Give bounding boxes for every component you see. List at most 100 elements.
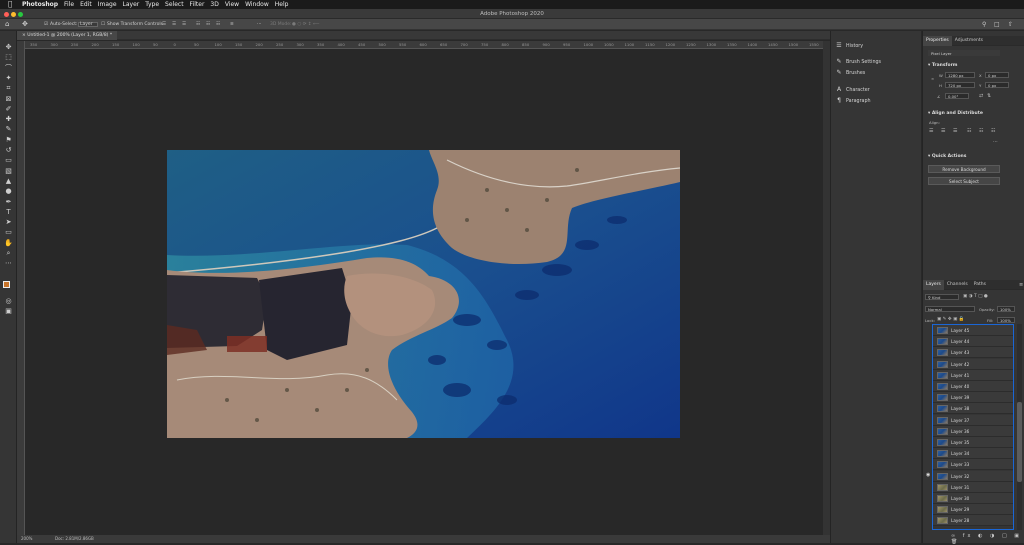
- align-left-edges-icon[interactable]: ☰: [929, 128, 933, 134]
- brushes-panel-button[interactable]: ✎ Brushes: [835, 68, 865, 78]
- flip-horizontal-icon[interactable]: ⇄: [979, 93, 983, 99]
- tab-adjustments[interactable]: Adjustments: [952, 36, 986, 46]
- filter-type-icons[interactable]: ▣ ◑ T □ ●: [963, 294, 988, 299]
- align-left-icon[interactable]: ☰: [162, 19, 166, 30]
- dodge-tool-icon[interactable]: ●: [4, 187, 13, 195]
- more-options-icon[interactable]: ⋯: [257, 19, 262, 30]
- layer-name[interactable]: Layer 45: [951, 325, 969, 336]
- menu-layer[interactable]: Layer: [123, 0, 145, 9]
- screen-mode-icon[interactable]: ▣: [4, 307, 13, 315]
- layer-row[interactable]: Layer 39: [933, 392, 1013, 404]
- canvas-vertical-scrollbar[interactable]: [823, 41, 830, 535]
- layer-name[interactable]: Layer 32: [951, 471, 969, 482]
- layer-filter-dropdown[interactable]: ⚲ Kind: [925, 294, 959, 300]
- tab-layers[interactable]: Layers: [923, 280, 944, 290]
- tab-properties[interactable]: Properties: [923, 36, 952, 46]
- height-field[interactable]: 720 px: [945, 82, 975, 88]
- align-section-title[interactable]: ▾ Align and Distribute: [928, 111, 983, 116]
- more-tools-icon[interactable]: ⋯: [4, 259, 13, 267]
- tab-channels[interactable]: Channels: [944, 280, 971, 290]
- marquee-tool-icon[interactable]: ⬚: [4, 53, 13, 61]
- layer-row[interactable]: Layer 30: [933, 493, 1013, 504]
- angle-field[interactable]: 0.00°: [945, 93, 969, 99]
- panel-menu-icon[interactable]: ≡: [1019, 282, 1023, 288]
- align-horizontal-centers-icon[interactable]: ☰: [941, 128, 945, 134]
- document-tab[interactable]: × Untitled-1 @ 200% (Layer 1, RGB/8) *: [17, 31, 117, 40]
- transform-section-title[interactable]: ▾ Transform: [928, 63, 958, 68]
- clone-stamp-tool-icon[interactable]: ⚑: [4, 136, 13, 144]
- layer-row[interactable]: Layer 32: [933, 470, 1013, 482]
- layer-name[interactable]: Layer 29: [951, 504, 969, 515]
- layer-name[interactable]: Layer 30: [951, 493, 969, 504]
- y-field[interactable]: 0 px: [985, 82, 1009, 88]
- close-window-button[interactable]: [4, 12, 9, 17]
- link-dimensions-icon[interactable]: ∞: [931, 76, 934, 81]
- align-right-icon[interactable]: ☰: [182, 19, 186, 30]
- layer-row[interactable]: Layer 36: [933, 425, 1013, 437]
- layer-row[interactable]: Layer 31: [933, 481, 1013, 493]
- healing-brush-tool-icon[interactable]: ✚: [4, 115, 13, 123]
- menu-window[interactable]: Window: [245, 0, 274, 9]
- history-brush-tool-icon[interactable]: ↺: [4, 146, 13, 154]
- layer-footer-icons[interactable]: ∞ fx ◐ ◑ □ ▣ 🗑: [951, 533, 1024, 545]
- align-middle-icon[interactable]: ☷: [206, 19, 210, 30]
- menu-type[interactable]: Type: [145, 0, 164, 9]
- layer-name[interactable]: Layer 37: [951, 415, 969, 426]
- layer-name[interactable]: Layer 28: [951, 515, 969, 526]
- select-subject-button[interactable]: Select Subject: [928, 177, 1000, 185]
- align-right-edges-icon[interactable]: ☰: [953, 128, 957, 134]
- layer-name[interactable]: Layer 38: [951, 403, 969, 414]
- width-field[interactable]: 1280 px: [945, 72, 975, 78]
- history-panel-button[interactable]: ☰ History: [835, 41, 863, 51]
- pen-tool-icon[interactable]: ✒: [4, 198, 13, 206]
- layer-name[interactable]: Layer 33: [951, 459, 969, 470]
- quick-actions-section-title[interactable]: ▾ Quick Actions: [928, 154, 966, 159]
- document-size[interactable]: Doc: 2.81M/2.86GB: [55, 535, 94, 543]
- move-tool-icon[interactable]: ✥: [4, 43, 13, 51]
- layer-row[interactable]: Layer 41: [933, 369, 1013, 381]
- layer-row[interactable]: Layer 44: [933, 336, 1013, 348]
- character-panel-button[interactable]: A Character: [835, 85, 870, 95]
- more-align-options-icon[interactable]: ⋯: [993, 139, 998, 145]
- zoom-tool-icon[interactable]: ⌕: [4, 249, 13, 257]
- menu-photoshop[interactable]: Photoshop: [22, 0, 63, 9]
- lasso-tool-icon[interactable]: ⌒: [4, 64, 13, 72]
- workspace-icon[interactable]: □: [994, 19, 1000, 30]
- apple-icon[interactable]: : [8, 0, 12, 9]
- brush-settings-panel-button[interactable]: ✎ Brush Settings: [835, 57, 881, 67]
- align-bottom-edges-icon[interactable]: ☷: [991, 128, 995, 134]
- remove-background-button[interactable]: Remove Background: [928, 165, 1000, 173]
- layer-name[interactable]: Layer 44: [951, 336, 969, 347]
- crop-tool-icon[interactable]: ⌗: [4, 84, 13, 92]
- share-icon[interactable]: ⇧: [1008, 19, 1013, 30]
- blend-mode-dropdown[interactable]: Normal: [925, 306, 975, 312]
- flip-vertical-icon[interactable]: ⇅: [987, 93, 991, 99]
- brush-tool-icon[interactable]: ✎: [4, 125, 13, 133]
- lock-options-icons[interactable]: ▣ ✎ ✥ ▣ 🔒: [937, 317, 964, 322]
- menu-edit[interactable]: Edit: [80, 0, 97, 9]
- search-icon[interactable]: ⚲: [982, 19, 986, 30]
- eyedropper-tool-icon[interactable]: ✐: [4, 105, 13, 113]
- layer-row[interactable]: Layer 33: [933, 459, 1013, 471]
- align-center-icon[interactable]: ☰: [172, 19, 176, 30]
- three-d-tools-icon[interactable]: ● ○ ⟳ ↕ ⟵: [292, 19, 320, 30]
- layer-name[interactable]: Layer 31: [951, 482, 969, 493]
- layer-row[interactable]: Layer 37: [933, 414, 1013, 426]
- layer-name[interactable]: Layer 39: [951, 392, 969, 403]
- layer-name[interactable]: Layer 36: [951, 426, 969, 437]
- move-tool-icon[interactable]: ✥: [22, 19, 28, 30]
- minimize-window-button[interactable]: [11, 12, 16, 17]
- layer-row[interactable]: Layer 40: [933, 381, 1013, 392]
- type-tool-icon[interactable]: T: [4, 208, 13, 216]
- layer-row[interactable]: Layer 34: [933, 448, 1013, 460]
- layer-name[interactable]: Layer 41: [951, 370, 969, 381]
- menu-filter[interactable]: Filter: [190, 0, 210, 9]
- layer-name[interactable]: Layer 34: [951, 448, 969, 459]
- gradient-tool-icon[interactable]: ▧: [4, 167, 13, 175]
- layer-name[interactable]: Layer 40: [951, 381, 969, 392]
- layers-scrollbar[interactable]: [1017, 324, 1022, 530]
- tab-paths[interactable]: Paths: [971, 280, 989, 290]
- layer-row[interactable]: Layer 38: [933, 403, 1013, 415]
- align-bottom-icon[interactable]: ☷: [216, 19, 220, 30]
- layer-name[interactable]: Layer 35: [951, 437, 969, 448]
